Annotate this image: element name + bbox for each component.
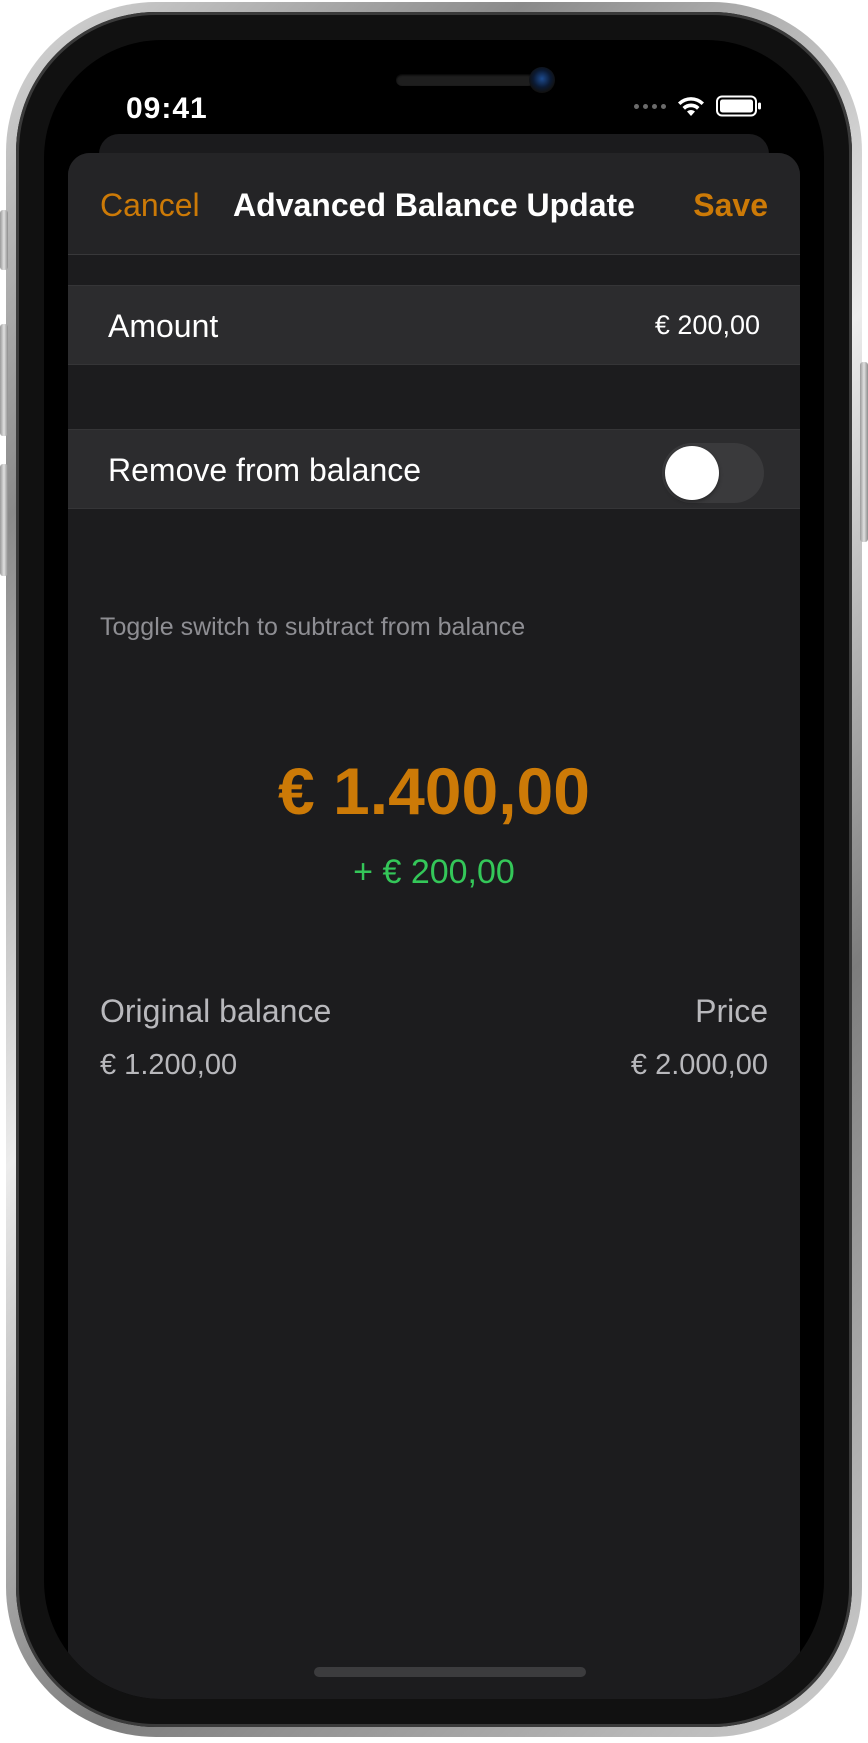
- screen: 09:41 Cancel Advanced Balance Update Sav…: [44, 40, 824, 1699]
- toggle-footer-note: Toggle switch to subtract from balance: [100, 613, 526, 641]
- silent-switch: [0, 210, 8, 270]
- balance-delta: + € 200,00: [353, 853, 515, 891]
- status-time: 09:41: [126, 92, 208, 125]
- price-label: Price: [695, 993, 768, 1029]
- amount-label: Amount: [108, 308, 219, 344]
- earpiece-speaker: [396, 74, 534, 86]
- navigation-bar: Cancel Advanced Balance Update Save: [68, 153, 800, 255]
- amount-field[interactable]: € 200,00: [655, 310, 760, 341]
- device-bezel: 09:41 Cancel Advanced Balance Update Sav…: [16, 12, 852, 1727]
- new-balance: € 1.400,00: [278, 754, 590, 828]
- wifi-icon: [678, 97, 704, 116]
- power-button: [860, 362, 868, 542]
- remove-from-balance-toggle[interactable]: [662, 443, 764, 503]
- status-icons: [634, 94, 762, 118]
- balance-update-sheet: Cancel Advanced Balance Update Save Amou…: [68, 153, 800, 1699]
- amount-row[interactable]: Amount € 200,00: [68, 285, 800, 365]
- original-balance-label: Original balance: [100, 993, 332, 1029]
- remove-from-balance-row: Remove from balance: [68, 429, 800, 509]
- home-indicator[interactable]: [314, 1667, 586, 1677]
- original-balance-value: € 1.200,00: [100, 1049, 238, 1081]
- page-title: Advanced Balance Update: [233, 187, 635, 223]
- cellular-dots-icon: [634, 103, 666, 109]
- remove-from-balance-label: Remove from balance: [108, 452, 422, 488]
- toggle-knob: [665, 446, 719, 500]
- volume-up-button: [0, 324, 8, 436]
- battery-icon: [716, 95, 761, 117]
- save-button[interactable]: Save: [693, 187, 768, 224]
- phone-frame: 09:41 Cancel Advanced Balance Update Sav…: [0, 2, 868, 1737]
- volume-down-button: [0, 464, 8, 576]
- price-value: € 2.000,00: [630, 1049, 768, 1081]
- front-camera: [529, 67, 555, 93]
